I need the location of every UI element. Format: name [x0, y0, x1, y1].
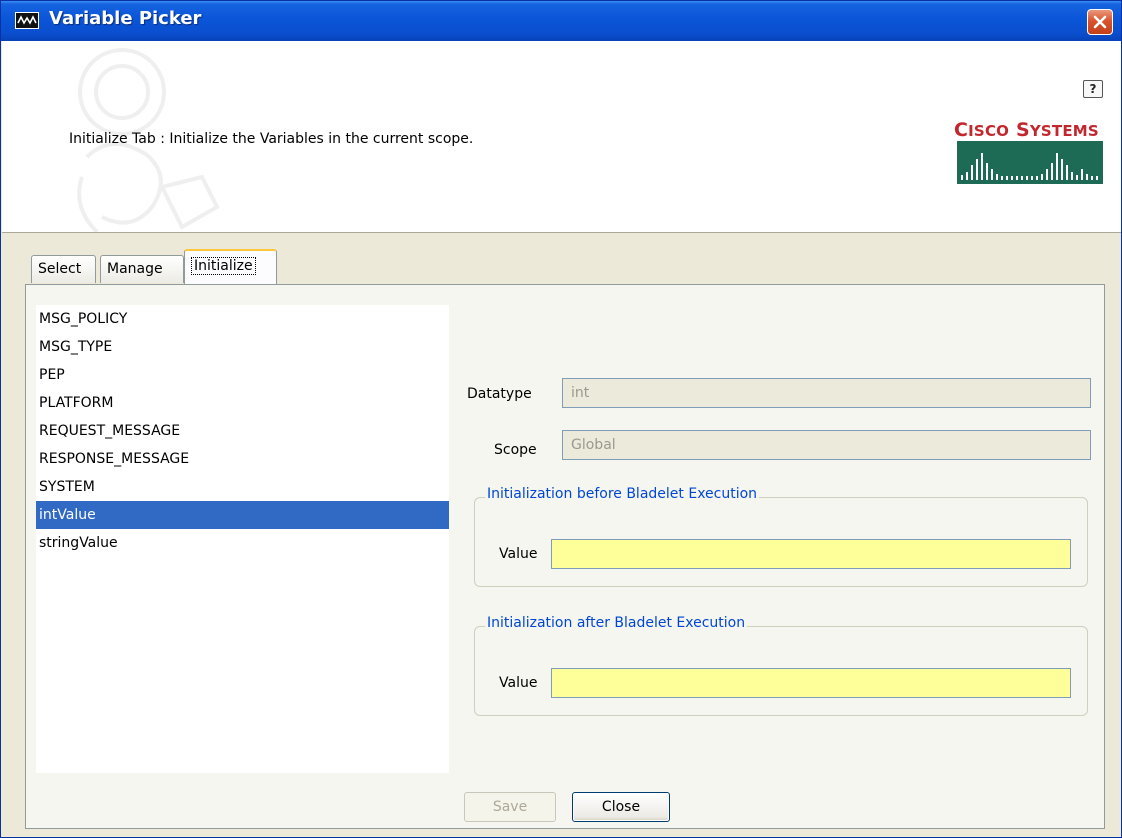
list-item[interactable]: RESPONSE_MESSAGE: [36, 445, 449, 473]
scope-field[interactable]: Global: [562, 430, 1091, 460]
list-item[interactable]: PLATFORM: [36, 389, 449, 417]
tab-manage[interactable]: Manage: [100, 255, 184, 283]
scope-label: Scope: [494, 442, 537, 458]
title-bar[interactable]: Variable Picker: [1, 1, 1121, 41]
init-after-value-label: Value: [499, 675, 538, 691]
header-banner: ? Initialize Tab : Initialize the Variab…: [2, 41, 1121, 233]
list-item-selected[interactable]: intValue: [36, 501, 449, 529]
list-item[interactable]: stringValue: [36, 529, 449, 557]
list-item[interactable]: REQUEST_MESSAGE: [36, 417, 449, 445]
initialize-panel: MSG_POLICY MSG_TYPE PEP PLATFORM REQUEST…: [25, 284, 1105, 829]
init-after-group: Initialization after Bladelet Execution …: [474, 615, 1088, 716]
list-item[interactable]: PEP: [36, 361, 449, 389]
list-item[interactable]: SYSTEM: [36, 473, 449, 501]
tab-initialize[interactable]: Initialize: [184, 249, 277, 285]
datatype-field[interactable]: int: [562, 378, 1091, 408]
app-icon: [15, 12, 39, 29]
init-after-title: Initialization after Bladelet Execution: [485, 615, 748, 631]
close-window-button[interactable]: [1087, 9, 1113, 35]
init-before-value-label: Value: [499, 546, 538, 562]
init-after-value-input[interactable]: [551, 668, 1071, 698]
close-button[interactable]: Close: [572, 792, 670, 822]
datatype-label: Datatype: [467, 386, 532, 402]
list-item[interactable]: MSG_TYPE: [36, 333, 449, 361]
close-icon: [1093, 15, 1107, 29]
help-icon: ?: [1089, 82, 1097, 96]
tab-select[interactable]: Select: [31, 255, 96, 283]
init-before-value-input[interactable]: [551, 539, 1071, 569]
tab-description: Initialize Tab : Initialize the Variable…: [69, 131, 474, 147]
variable-picker-window: Variable Picker ? Initialize Tab : Initi…: [0, 0, 1122, 838]
list-item[interactable]: MSG_POLICY: [36, 305, 449, 333]
init-before-group: Initialization before Bladelet Execution…: [474, 486, 1088, 587]
brand-logo-bars: [957, 141, 1103, 184]
variable-list[interactable]: MSG_POLICY MSG_TYPE PEP PLATFORM REQUEST…: [36, 305, 449, 773]
help-button[interactable]: ?: [1083, 80, 1103, 98]
save-button[interactable]: Save: [464, 792, 556, 822]
brand-name: CISCO SYSTEMS: [954, 119, 1099, 141]
window-title: Variable Picker: [49, 8, 202, 29]
init-before-title: Initialization before Bladelet Execution: [485, 486, 760, 502]
